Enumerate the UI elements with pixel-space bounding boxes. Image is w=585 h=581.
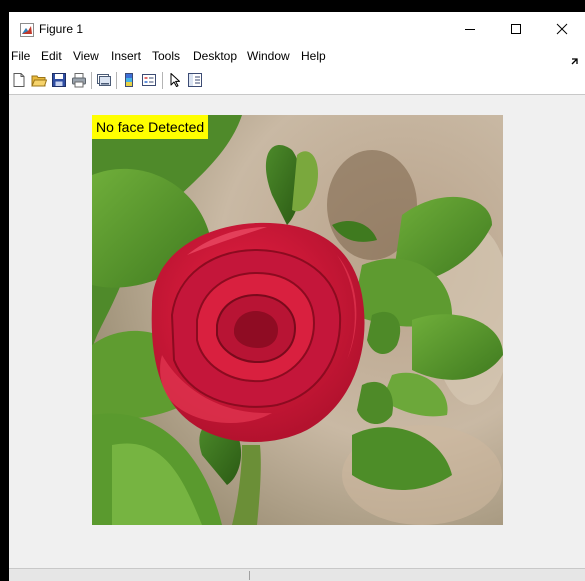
maximize-icon xyxy=(511,23,521,34)
menu-help[interactable]: Help xyxy=(301,49,326,64)
print-icon[interactable] xyxy=(71,72,87,88)
menu-edit[interactable]: Edit xyxy=(41,49,62,64)
status-divider xyxy=(249,571,250,580)
maximize-button[interactable] xyxy=(494,12,538,45)
menu-insert[interactable]: Insert xyxy=(111,49,141,64)
minimize-button[interactable] xyxy=(448,12,492,45)
link-plot-icon[interactable] xyxy=(96,72,112,88)
close-button[interactable] xyxy=(540,12,584,45)
save-icon[interactable] xyxy=(51,72,67,88)
toolbar-separator xyxy=(116,72,117,89)
plot-tools-icon[interactable] xyxy=(187,72,203,88)
menu-tools[interactable]: Tools xyxy=(152,49,180,64)
open-file-icon[interactable] xyxy=(31,72,48,88)
close-icon xyxy=(556,23,568,34)
menu-view[interactable]: View xyxy=(73,49,99,64)
colorbar-icon[interactable] xyxy=(121,72,137,88)
menu-bar: File Edit View Insert Tools Desktop Wind… xyxy=(9,45,585,67)
figure-window: Figure 1 File Edit View Insert Tools Des… xyxy=(9,12,585,581)
menu-window[interactable]: Window xyxy=(247,49,290,64)
new-figure-icon[interactable] xyxy=(11,72,27,88)
toolbar-separator xyxy=(91,72,92,89)
status-bar xyxy=(9,568,585,581)
matlab-icon xyxy=(20,23,34,37)
legend-icon[interactable] xyxy=(141,72,157,88)
title-bar[interactable]: Figure 1 xyxy=(9,12,585,45)
minimize-icon xyxy=(465,28,475,30)
rose-image xyxy=(92,115,503,525)
pointer-icon[interactable] xyxy=(167,72,183,88)
menu-file[interactable]: File xyxy=(11,49,30,64)
toolbar-separator xyxy=(162,72,163,89)
detection-result-label: No face Detected xyxy=(92,115,209,139)
figure-axes[interactable] xyxy=(92,115,503,525)
window-title: Figure 1 xyxy=(39,22,84,36)
menu-desktop[interactable]: Desktop xyxy=(193,49,237,64)
figure-toolbar xyxy=(9,67,585,95)
